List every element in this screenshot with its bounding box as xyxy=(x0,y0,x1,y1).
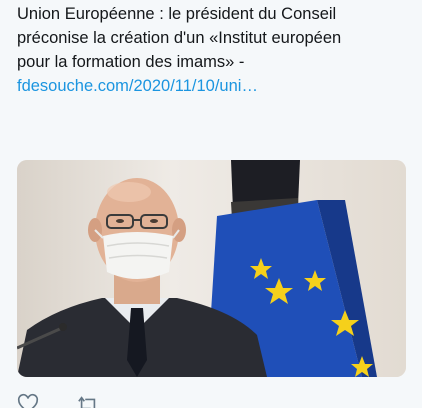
tweet-text-line: préconise la création d'un «Institut eur… xyxy=(17,29,342,47)
heart-icon[interactable] xyxy=(17,393,39,408)
tweet-link[interactable]: fdesouche.com/2020/11/10/uni… xyxy=(17,74,412,98)
retweet-icon[interactable] xyxy=(77,393,99,408)
tweet-text-line: pour la formation des imams» - xyxy=(17,53,245,71)
tweet-photo xyxy=(17,160,406,377)
tweet-text: Union Européenne : le président du Conse… xyxy=(17,2,412,98)
tweet-media-card[interactable] xyxy=(17,160,406,377)
tweet-actions xyxy=(17,393,99,408)
tweet-text-line: Union Européenne : le président du Conse… xyxy=(17,5,337,23)
